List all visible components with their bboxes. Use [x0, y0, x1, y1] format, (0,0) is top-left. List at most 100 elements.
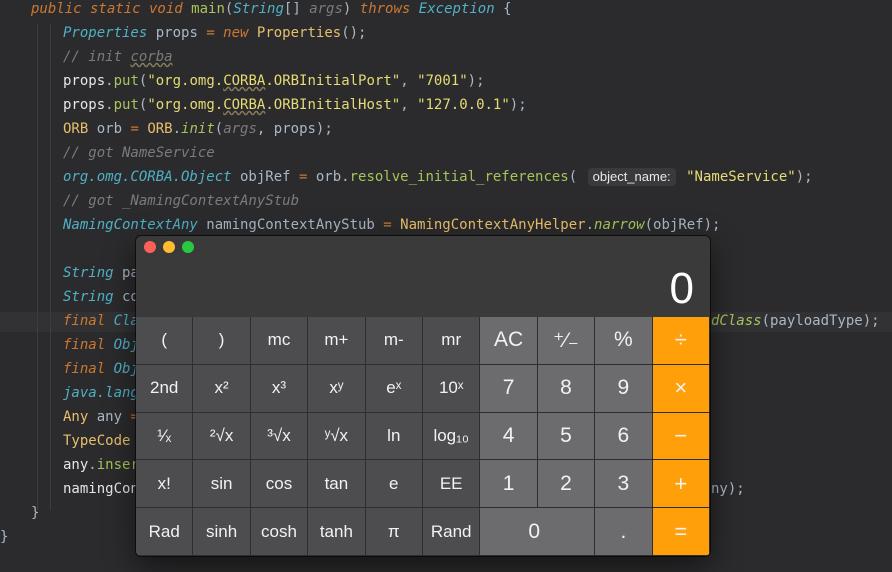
code-line[interactable]: String pa [63, 261, 139, 285]
cosh-key[interactable]: cosh [250, 508, 309, 556]
digit-9-key[interactable]: 9 [595, 364, 653, 413]
digit-2-key[interactable]: 2 [537, 460, 596, 509]
code-line[interactable]: // got NameService [63, 141, 215, 165]
ee-key[interactable]: EE [423, 460, 481, 509]
code-token: public static void [31, 1, 192, 17]
euler-key[interactable]: e [365, 460, 423, 509]
digit-3-key[interactable]: 3 [595, 460, 653, 509]
divide-key[interactable]: ÷ [652, 317, 710, 365]
square-root-key[interactable]: ²√x [193, 412, 251, 461]
code-token: , props); [256, 121, 333, 137]
code-line[interactable]: ORB orb = ORB.init(args, props); [63, 117, 333, 141]
cube-key[interactable]: x³ [250, 364, 309, 413]
memory-subtract-key[interactable]: m- [365, 317, 423, 365]
all-clear-key[interactable]: AC [480, 317, 538, 365]
code-line[interactable]: // got _NamingContextAnyStub [63, 189, 299, 213]
code-line[interactable]: Any any = [63, 405, 139, 429]
digit-5-key[interactable]: 5 [537, 412, 596, 461]
tanh-key[interactable]: tanh [308, 508, 366, 556]
code-token: Any [63, 409, 89, 425]
cos-key[interactable]: cos [250, 460, 309, 509]
code-token: } [31, 505, 40, 521]
rad-key[interactable]: Rad [136, 508, 194, 556]
square-key[interactable]: x² [193, 364, 251, 413]
digit-7-key[interactable]: 7 [480, 364, 538, 413]
code-token: String [233, 1, 284, 17]
code-token: main [191, 1, 225, 17]
cube-root-key[interactable]: ³√x [250, 412, 309, 461]
power-key[interactable]: xʸ [308, 364, 366, 413]
code-line[interactable]: NamingContextAny namingContextAnyStub = … [63, 213, 720, 237]
multiply-key[interactable]: × [652, 364, 710, 413]
code-line[interactable]: Properties props = new Properties(); [63, 21, 366, 45]
tan-key[interactable]: tan [308, 460, 366, 509]
code-token: CORBA [223, 73, 266, 89]
code-line[interactable]: org.omg.CORBA.Object objRef = orb.resolv… [63, 165, 813, 189]
digit-0-key[interactable]: 0 [480, 508, 596, 556]
minimize-window-button[interactable] [163, 241, 175, 253]
code-token: CORBA [223, 97, 266, 113]
digit-6-key[interactable]: 6 [595, 412, 653, 461]
decimal-key[interactable]: . [595, 508, 653, 556]
log10-key[interactable]: log₁₀ [423, 412, 481, 461]
code-line[interactable]: TypeCode [63, 429, 130, 453]
sinh-key[interactable]: sinh [193, 508, 251, 556]
code-token: final [63, 337, 114, 353]
rand-key[interactable]: Rand [423, 508, 481, 556]
memory-recall-key[interactable]: mr [423, 317, 481, 365]
calculator-titlebar[interactable] [136, 236, 710, 258]
exp-key[interactable]: eˣ [365, 364, 423, 413]
code-token: ORB [147, 121, 173, 137]
second-function-key[interactable]: 2nd [136, 364, 194, 413]
equals-key[interactable]: = [652, 508, 710, 556]
maximize-window-button[interactable] [182, 241, 194, 253]
sin-key[interactable]: sin [193, 460, 251, 509]
ten-power-key[interactable]: 10ˣ [423, 364, 481, 413]
code-line[interactable]: // init corba [63, 45, 173, 69]
code-token: // init [63, 49, 131, 65]
plus-minus-key[interactable]: ⁺∕₋ [537, 317, 596, 365]
code-line[interactable]: java.lang [63, 381, 139, 405]
code-token: corba [130, 49, 173, 65]
subtract-key[interactable]: − [652, 412, 710, 461]
code-token: NamingContextAny [63, 217, 198, 233]
code-token: { [494, 1, 512, 17]
code-line[interactable]: final Obj [63, 357, 139, 381]
code-token: init [181, 121, 215, 137]
code-line[interactable]: namingCon [63, 477, 139, 501]
code-token: org.omg.CORBA.Object [63, 169, 232, 185]
add-key[interactable]: + [652, 460, 710, 509]
factorial-key[interactable]: x! [136, 460, 194, 509]
code-token: args [223, 121, 257, 137]
code-line[interactable]: props.put("org.omg.CORBA.ORBInitialPort"… [63, 69, 485, 93]
code-line[interactable]: final Cla [63, 309, 139, 333]
ln-key[interactable]: ln [365, 412, 423, 461]
code-token: } [0, 529, 9, 545]
pi-key[interactable]: π [365, 508, 423, 556]
code-token: = [130, 121, 148, 137]
code-line[interactable]: final Obj [63, 333, 139, 357]
reciprocal-key[interactable]: ¹⁄ₓ [136, 412, 194, 461]
digit-8-key[interactable]: 8 [537, 364, 596, 413]
code-token: String [63, 265, 114, 281]
close-paren-key[interactable]: ) [193, 317, 251, 365]
code-token: [] [283, 1, 310, 17]
code-line[interactable]: props.put("org.omg.CORBA.ORBInitialHost"… [63, 93, 527, 117]
close-window-button[interactable] [144, 241, 156, 253]
digit-1-key[interactable]: 1 [480, 460, 538, 509]
code-line[interactable]: any.inser [63, 453, 139, 477]
nth-root-key[interactable]: ʸ√x [308, 412, 366, 461]
code-line[interactable]: } [31, 501, 39, 525]
memory-add-key[interactable]: m+ [308, 317, 366, 365]
code-line[interactable]: } [0, 525, 8, 549]
memory-clear-key[interactable]: mc [250, 317, 309, 365]
code-token: .ORBInitialPort" [265, 73, 401, 89]
open-paren-key[interactable]: ( [136, 317, 194, 365]
code-line[interactable]: String co [63, 285, 139, 309]
code-line-tail[interactable]: ny); [711, 477, 745, 501]
code-line-tail[interactable]: dClass(payloadType); [711, 309, 880, 333]
code-token: ); [509, 97, 527, 113]
code-line[interactable]: public static void main(String[] args) t… [31, 0, 512, 21]
percent-key[interactable]: % [595, 317, 653, 365]
digit-4-key[interactable]: 4 [480, 412, 538, 461]
